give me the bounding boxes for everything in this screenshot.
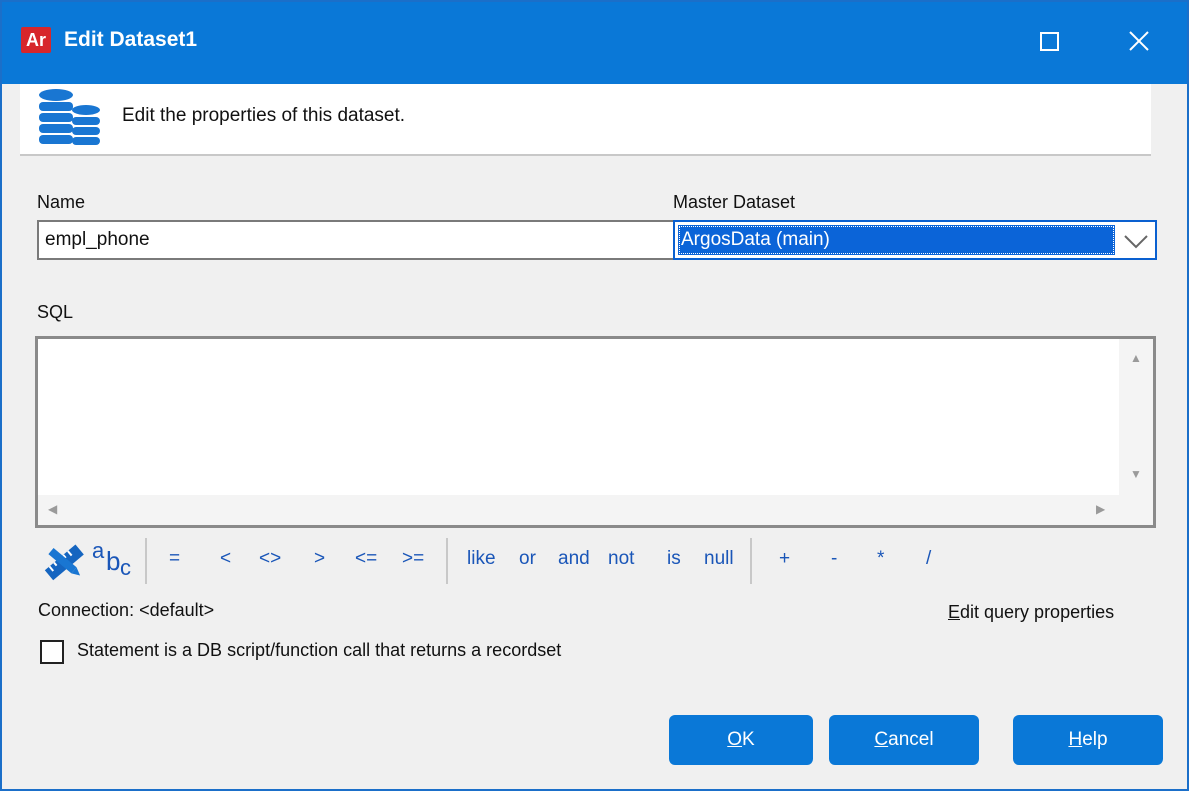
help-button[interactable]: Help (1013, 715, 1163, 765)
horizontal-scrollbar[interactable]: ◀ ▶ (38, 495, 1121, 525)
title-bar[interactable]: Ar Edit Dataset1 (2, 2, 1187, 84)
app-icon: Ar (21, 27, 51, 53)
op-greater-than-button[interactable]: > (314, 548, 325, 570)
op-not-button[interactable]: not (608, 548, 634, 570)
op-minus-button[interactable]: - (831, 548, 837, 570)
op-not-equal-button[interactable]: <> (259, 548, 281, 570)
vertical-scrollbar[interactable]: ▲ ▼ (1119, 339, 1153, 497)
close-icon (1129, 31, 1149, 51)
connection-text: Connection: <default> (38, 600, 215, 620)
edit-query-properties-link[interactable]: Edit query properties (948, 602, 1114, 623)
op-divide-button[interactable]: / (926, 548, 931, 570)
dialog-header: Edit the properties of this dataset. (20, 84, 1151, 156)
op-greater-equal-button[interactable]: >= (402, 548, 424, 570)
op-less-equal-button[interactable]: <= (355, 548, 377, 570)
scroll-down-icon[interactable]: ▼ (1130, 467, 1142, 481)
name-input[interactable]: empl_phone (37, 220, 681, 260)
scroll-left-icon[interactable]: ◀ (48, 502, 57, 516)
op-multiply-button[interactable]: * (877, 548, 884, 570)
op-like-button[interactable]: like (467, 548, 496, 570)
op-or-button[interactable]: or (519, 548, 536, 570)
chevron-down-icon[interactable] (1121, 228, 1151, 254)
scroll-right-icon[interactable]: ▶ (1096, 502, 1105, 516)
op-less-than-button[interactable]: < (220, 548, 231, 570)
cancel-button[interactable]: Cancel (829, 715, 979, 765)
sql-editor[interactable]: ▲ ▼ ◀ ▶ (35, 336, 1156, 528)
close-button[interactable] (1114, 20, 1164, 64)
master-dataset-label: Master Dataset (673, 192, 796, 212)
op-null-button[interactable]: null (704, 548, 734, 570)
db-script-checkbox[interactable] (40, 640, 64, 664)
header-description: Edit the properties of this dataset. (122, 105, 406, 126)
toolbar-separator (446, 538, 448, 584)
op-plus-button[interactable]: + (779, 548, 790, 570)
op-equals-button[interactable]: = (169, 548, 180, 570)
maximize-icon (1040, 32, 1059, 51)
ruler-pencil-icon[interactable] (41, 540, 87, 584)
toolbar-separator (145, 538, 147, 584)
scroll-up-icon[interactable]: ▲ (1130, 351, 1142, 365)
abc-spell-icon[interactable]: a b c (90, 538, 138, 582)
edit-dataset-dialog: Ar Edit Dataset1 Edit the properties of … (0, 0, 1189, 791)
database-stack-icon (39, 89, 100, 145)
sql-toolbar: a b c = < <> > <= >= like or and not is … (35, 532, 1156, 590)
master-dataset-select[interactable]: ArgosData (main) (673, 220, 1157, 260)
op-is-button[interactable]: is (667, 548, 681, 570)
name-label: Name (37, 192, 86, 212)
db-script-checkbox-label[interactable]: Statement is a DB script/function call t… (77, 640, 561, 661)
op-and-button[interactable]: and (558, 548, 590, 570)
ok-button[interactable]: OK (669, 715, 813, 765)
sql-label: SQL (37, 302, 74, 322)
maximize-button[interactable] (1024, 20, 1074, 64)
toolbar-separator (750, 538, 752, 584)
scrollbar-corner (1119, 495, 1153, 525)
window-title: Edit Dataset1 (64, 28, 198, 51)
master-dataset-value: ArgosData (main) (678, 225, 1115, 255)
